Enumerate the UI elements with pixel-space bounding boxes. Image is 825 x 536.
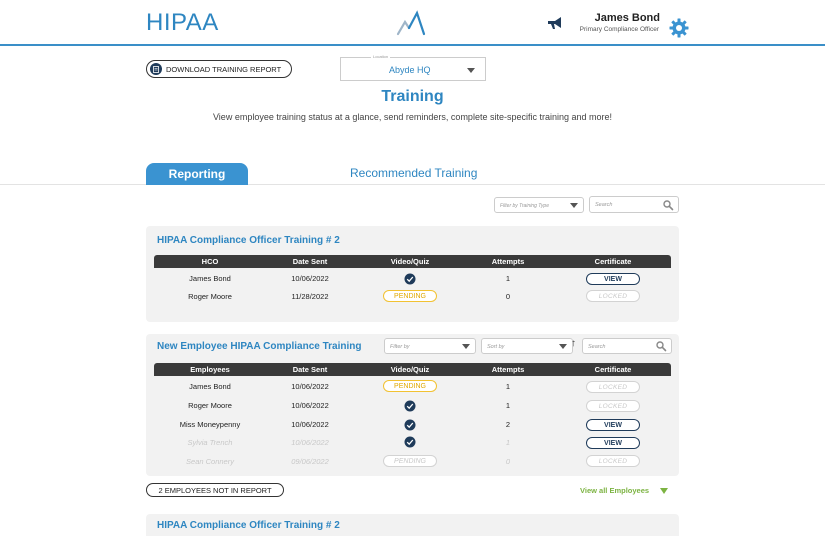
column-header: Attempts	[491, 365, 525, 374]
attempts: 1	[505, 401, 511, 410]
date-sent: 09/06/2022	[291, 457, 329, 466]
column-header: Employees	[190, 365, 230, 374]
check-circle-icon	[404, 436, 416, 448]
locked-certificate-badge: LOCKED	[586, 400, 640, 412]
table-header: Employees Date Sent Video/Quiz Attempts …	[154, 363, 671, 376]
check-circle-icon	[404, 400, 416, 412]
training-card-hco: HIPAA Compliance Officer Training # 2 HC…	[146, 226, 679, 322]
search-icon	[656, 341, 667, 352]
card-title: HIPAA Compliance Officer Training # 2	[157, 235, 340, 246]
employee-name: Roger Moore	[188, 401, 232, 410]
employee-name: Sylvia Trench	[187, 438, 233, 447]
date-sent: 10/06/2022	[291, 401, 329, 410]
megaphone-icon[interactable]	[546, 15, 564, 31]
column-header: Date Sent	[292, 365, 328, 374]
chevron-down-icon	[462, 344, 470, 349]
tab-reporting[interactable]: Reporting	[146, 163, 248, 185]
search-icon	[663, 200, 674, 211]
employee-name: Roger Moore	[188, 292, 232, 301]
page-title: Training	[381, 88, 444, 105]
date-sent: 11/28/2022	[291, 292, 329, 301]
document-icon	[150, 63, 162, 75]
view-certificate-button[interactable]: VIEW	[586, 437, 640, 449]
user-role: Primary Compliance Officer	[579, 26, 659, 33]
gear-icon[interactable]	[669, 18, 689, 38]
column-header: HCO	[201, 257, 219, 266]
view-all-employees-link[interactable]: View all Employees	[580, 486, 649, 495]
page-subtitle: View employee training status at a glanc…	[212, 112, 613, 122]
date-sent: 10/06/2022	[291, 382, 329, 391]
training-card-new-employee: New Employee HIPAA Compliance Training F…	[146, 334, 679, 476]
employee-search-placeholder: Search	[588, 344, 606, 350]
tab-recommended-training[interactable]: Recommended Training	[350, 166, 477, 180]
table-header: HCO Date Sent Video/Quiz Attempts Certif…	[154, 255, 671, 268]
sort-by-select[interactable]: Sort by	[481, 338, 573, 354]
date-sent: 10/06/2022	[291, 438, 329, 447]
view-certificate-button[interactable]: VIEW	[586, 273, 640, 285]
search-input[interactable]: Search	[589, 196, 679, 213]
locked-certificate-badge: LOCKED	[586, 381, 640, 393]
chevron-down-icon[interactable]	[660, 488, 668, 494]
chevron-down-icon	[570, 203, 578, 208]
sort-by-placeholder: Sort by	[487, 344, 505, 350]
employee-name: James Bond	[189, 274, 231, 283]
user-name: James Bond	[594, 12, 660, 24]
date-sent: 10/06/2022	[291, 420, 329, 429]
search-placeholder: Search	[595, 202, 613, 208]
column-header: Certificate	[594, 365, 632, 374]
employee-name: Sean Connery	[186, 457, 234, 466]
tabs-divider	[0, 184, 825, 185]
column-header: Video/Quiz	[390, 365, 430, 374]
attempts: 1	[505, 382, 511, 391]
attempts: 0	[505, 457, 511, 466]
filter-training-type-select[interactable]: Filter by Training Type	[494, 197, 584, 213]
employee-name: James Bond	[189, 382, 231, 391]
date-sent: 10/06/2022	[291, 274, 329, 283]
attempts: 2	[505, 420, 511, 429]
pending-badge: PENDING	[383, 455, 437, 467]
column-header: Date Sent	[292, 257, 328, 266]
chevron-down-icon	[467, 68, 475, 73]
column-header: Video/Quiz	[390, 257, 430, 266]
check-circle-icon	[404, 273, 416, 285]
attempts: 1	[505, 438, 511, 447]
locked-certificate-badge: LOCKED	[586, 290, 640, 302]
card-title: HIPAA Compliance Officer Training # 2	[157, 520, 340, 531]
abyde-logo-icon[interactable]	[396, 10, 426, 38]
app-header: HIPAA James Bond Primary Compliance Offi…	[0, 0, 825, 46]
locked-certificate-badge: LOCKED	[586, 455, 640, 467]
pending-badge: PENDING	[383, 290, 437, 302]
view-certificate-button[interactable]: VIEW	[586, 419, 640, 431]
filter-training-type-placeholder: Filter by Training Type	[500, 203, 549, 209]
download-training-report-button[interactable]: DOWNLOAD TRAINING REPORT	[146, 60, 292, 78]
chevron-down-icon	[559, 344, 567, 349]
column-header: Attempts	[491, 257, 525, 266]
card-title: New Employee HIPAA Compliance Training	[157, 341, 362, 352]
employees-not-in-report-button[interactable]: 2 EMPLOYEES NOT IN REPORT	[146, 483, 284, 497]
attempts: 0	[505, 292, 511, 301]
download-label: DOWNLOAD TRAINING REPORT	[166, 64, 282, 74]
attempts: 1	[505, 274, 511, 283]
filter-by-select[interactable]: Filter by	[384, 338, 476, 354]
location-select[interactable]: Location Abyde HQ	[340, 54, 486, 81]
filter-by-placeholder: Filter by	[390, 344, 410, 350]
training-card-hco-2: HIPAA Compliance Officer Training # 2	[146, 514, 679, 536]
employee-name: Miss Moneypenny	[179, 420, 241, 429]
employee-search-input[interactable]: Search	[582, 338, 672, 354]
location-label: Location	[371, 54, 391, 59]
location-value: Abyde HQ	[389, 65, 431, 75]
column-header: Certificate	[594, 257, 632, 266]
brand-title[interactable]: HIPAA	[146, 9, 219, 37]
pending-badge: PENDING	[383, 380, 437, 392]
check-circle-icon	[404, 419, 416, 431]
sort-direction-icon[interactable]: ↑	[571, 338, 576, 349]
